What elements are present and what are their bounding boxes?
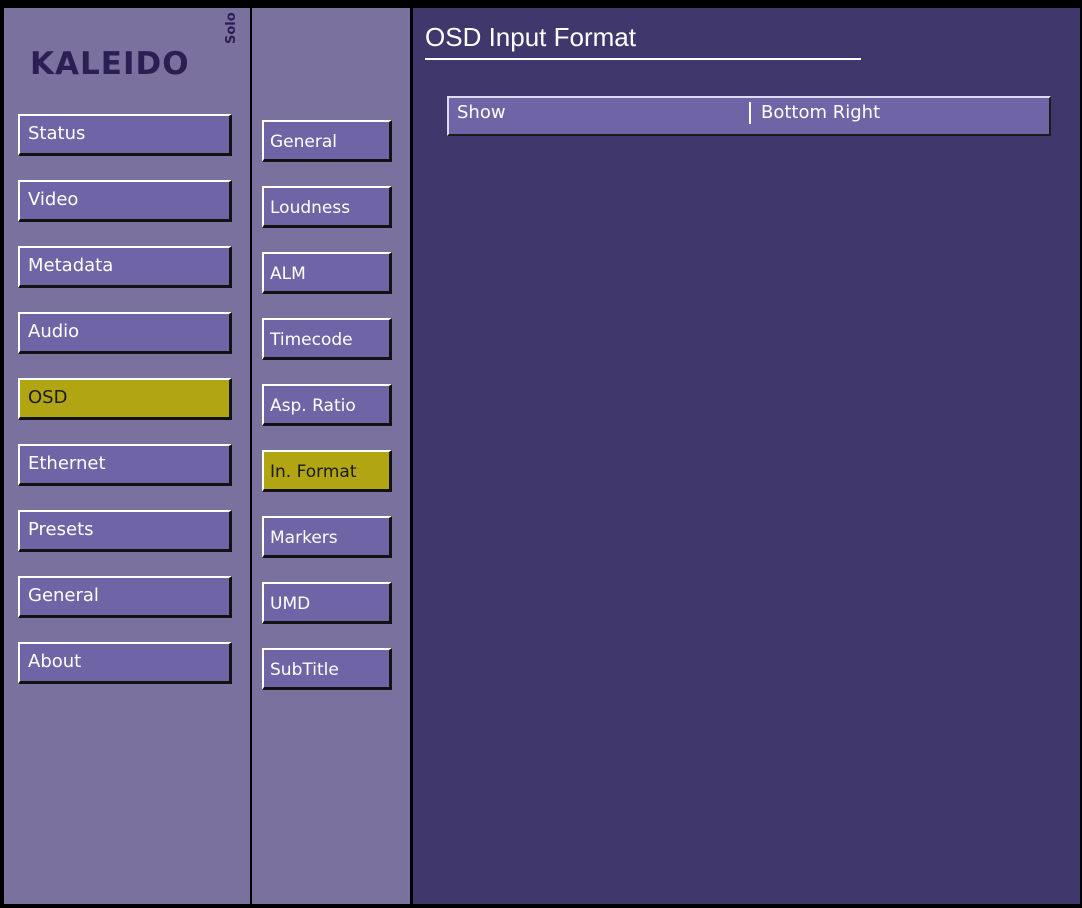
menu-metadata-button[interactable]: Metadata: [18, 246, 232, 288]
setting-divider: [749, 102, 751, 124]
submenu-asp-ratio-button[interactable]: Asp. Ratio: [262, 384, 392, 426]
kaleido-logo: KALEIDO Solo: [30, 12, 242, 88]
menu-general-button[interactable]: General: [18, 576, 232, 618]
menu-status-button[interactable]: Status: [18, 114, 232, 156]
setting-label: Show: [457, 102, 506, 123]
submenu-umd-button[interactable]: UMD: [262, 582, 392, 624]
logo-brand: KALEIDO: [30, 46, 190, 82]
menu-video-button[interactable]: Video: [18, 180, 232, 222]
submenu-subtitle-button[interactable]: SubTitle: [262, 648, 392, 690]
submenu-general-button[interactable]: General: [262, 120, 392, 162]
submenu-alm-button[interactable]: ALM: [262, 252, 392, 294]
sub-menu-panel: General Loudness ALM Timecode Asp. Ratio…: [252, 8, 413, 904]
menu-about-button[interactable]: About: [18, 642, 232, 684]
submenu-in-format-button[interactable]: In. Format: [262, 450, 392, 492]
main-menu-panel: KALEIDO Solo Status Video Metadata Audio…: [4, 8, 252, 904]
menu-osd-button[interactable]: OSD: [18, 378, 232, 420]
device-screen: KALEIDO Solo Status Video Metadata Audio…: [0, 0, 1082, 908]
menu-presets-button[interactable]: Presets: [18, 510, 232, 552]
content-area: OSD Input Format Show Bottom Right: [413, 8, 1080, 904]
submenu-timecode-button[interactable]: Timecode: [262, 318, 392, 360]
submenu-loudness-button[interactable]: Loudness: [262, 186, 392, 228]
setting-value: Bottom Right: [761, 102, 881, 123]
submenu-markers-button[interactable]: Markers: [262, 516, 392, 558]
menu-ethernet-button[interactable]: Ethernet: [18, 444, 232, 486]
logo-sub: Solo: [224, 12, 239, 44]
page-title: OSD Input Format: [425, 22, 636, 52]
menu-audio-button[interactable]: Audio: [18, 312, 232, 354]
show-setting-row[interactable]: Show Bottom Right: [447, 96, 1051, 136]
title-underline: [425, 58, 861, 60]
